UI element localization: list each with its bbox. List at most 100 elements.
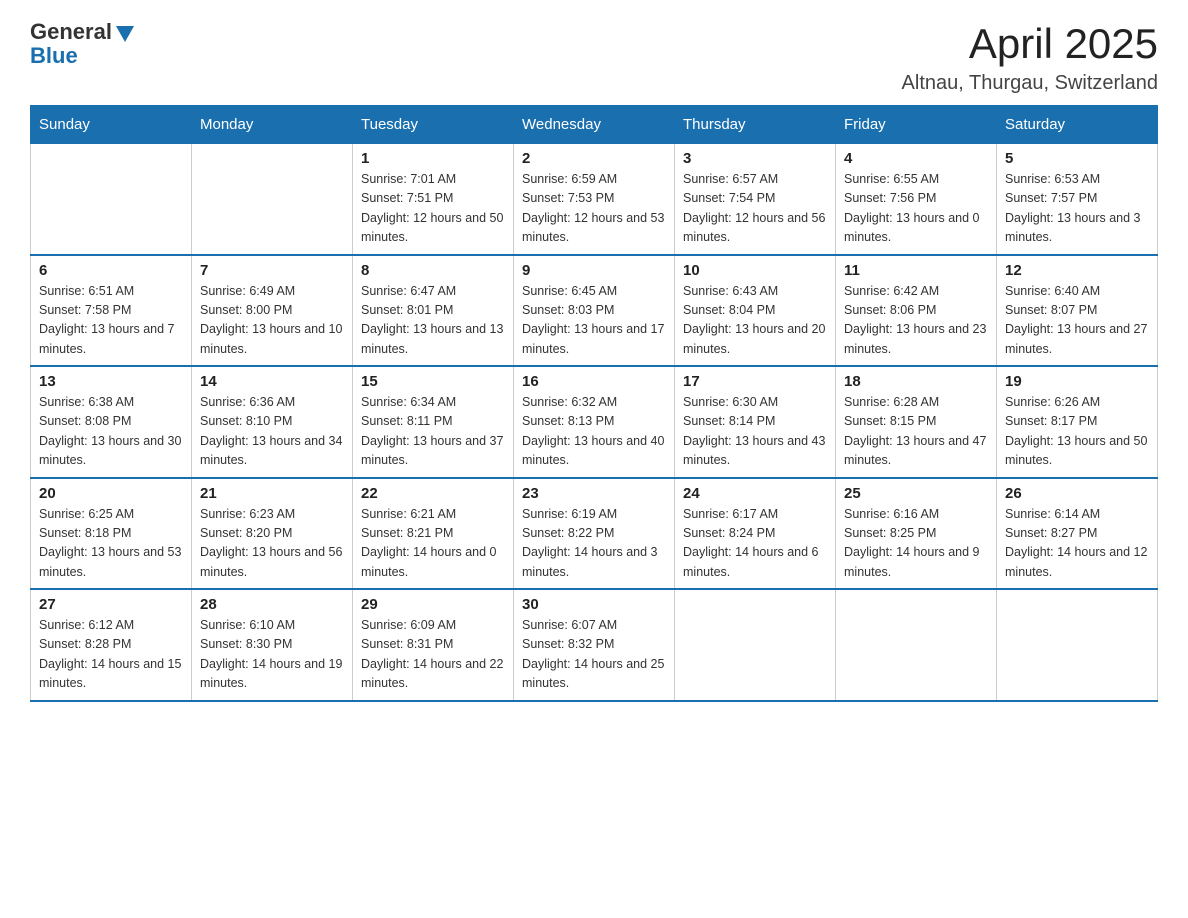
day-number: 29 xyxy=(361,596,505,613)
day-number: 28 xyxy=(200,596,344,613)
day-number: 21 xyxy=(200,485,344,502)
header-monday: Monday xyxy=(192,106,353,144)
day-info: Sunrise: 6:43 AMSunset: 8:04 PMDaylight:… xyxy=(683,282,827,360)
calendar-cell: 2Sunrise: 6:59 AMSunset: 7:53 PMDaylight… xyxy=(514,144,675,255)
week-row-1: 1 Sunrise: 7:01 AMSunset: 7:51 PMDaylight… xyxy=(31,144,1158,255)
day-info: Sunrise: 6:34 AMSunset: 8:11 PMDaylight:… xyxy=(361,393,505,471)
day-number: 19 xyxy=(1005,373,1149,390)
day-number: 18 xyxy=(844,373,988,390)
calendar-cell: 23 Sunrise: 6:19 AMSunset: 8:22 PMDayligh… xyxy=(514,478,675,590)
calendar-cell: 20 Sunrise: 6:25 AMSunset: 8:18 PMDayligh… xyxy=(31,478,192,590)
day-number: 25 xyxy=(844,485,988,502)
logo-general-text: General xyxy=(30,20,112,44)
title-section: April 2025 Altnau, Thurgau, Switzerland xyxy=(902,20,1158,95)
calendar-cell xyxy=(192,144,353,255)
calendar-cell: 15Sunrise: 6:34 AMSunset: 8:11 PMDayligh… xyxy=(353,366,514,478)
calendar-cell: 24 Sunrise: 6:17 AMSunset: 8:24 PMDayligh… xyxy=(675,478,836,590)
day-number: 7 xyxy=(200,262,344,279)
day-info: Sunrise: 6:42 AMSunset: 8:06 PMDaylight:… xyxy=(844,282,988,360)
header-wednesday: Wednesday xyxy=(514,106,675,144)
calendar-cell: 29 Sunrise: 6:09 AMSunset: 8:31 PMDayligh… xyxy=(353,589,514,701)
day-info: Sunrise: 6:36 AMSunset: 8:10 PMDaylight:… xyxy=(200,393,344,471)
day-number: 6 xyxy=(39,262,183,279)
calendar-cell: 18 Sunrise: 6:28 AMSunset: 8:15 PMDayligh… xyxy=(836,366,997,478)
day-info: Sunrise: 6:51 AMSunset: 7:58 PMDaylight:… xyxy=(39,282,183,360)
logo-blue-text: Blue xyxy=(30,44,78,68)
location-subtitle: Altnau, Thurgau, Switzerland xyxy=(902,72,1158,95)
day-info: Sunrise: 6:10 AMSunset: 8:30 PMDaylight:… xyxy=(200,616,344,694)
header-saturday: Saturday xyxy=(997,106,1158,144)
calendar-cell: 8 Sunrise: 6:47 AMSunset: 8:01 PMDaylight… xyxy=(353,255,514,367)
calendar-cell xyxy=(997,589,1158,701)
day-number: 12 xyxy=(1005,262,1149,279)
day-info: Sunrise: 6:19 AMSunset: 8:22 PMDaylight:… xyxy=(522,505,666,583)
header-thursday: Thursday xyxy=(675,106,836,144)
calendar-cell xyxy=(675,589,836,701)
day-number: 24 xyxy=(683,485,827,502)
calendar-cell: 5 Sunrise: 6:53 AMSunset: 7:57 PMDaylight… xyxy=(997,144,1158,255)
calendar-cell: 13 Sunrise: 6:38 AMSunset: 8:08 PMDayligh… xyxy=(31,366,192,478)
calendar-cell: 16Sunrise: 6:32 AMSunset: 8:13 PMDayligh… xyxy=(514,366,675,478)
header-friday: Friday xyxy=(836,106,997,144)
header-sunday: Sunday xyxy=(31,106,192,144)
page-header: General Blue April 2025 Altnau, Thurgau,… xyxy=(30,20,1158,95)
day-info: Sunrise: 6:14 AMSunset: 8:27 PMDaylight:… xyxy=(1005,505,1149,583)
day-number: 3 xyxy=(683,150,827,167)
day-info: Sunrise: 6:16 AMSunset: 8:25 PMDaylight:… xyxy=(844,505,988,583)
calendar-cell: 6 Sunrise: 6:51 AMSunset: 7:58 PMDaylight… xyxy=(31,255,192,367)
logo: General Blue xyxy=(30,20,136,68)
day-number: 13 xyxy=(39,373,183,390)
day-info: Sunrise: 6:23 AMSunset: 8:20 PMDaylight:… xyxy=(200,505,344,583)
calendar-cell: 1 Sunrise: 7:01 AMSunset: 7:51 PMDaylight… xyxy=(353,144,514,255)
day-info: Sunrise: 6:07 AMSunset: 8:32 PMDaylight:… xyxy=(522,616,666,694)
day-info: Sunrise: 6:59 AMSunset: 7:53 PMDaylight:… xyxy=(522,170,666,248)
week-row-5: 27 Sunrise: 6:12 AMSunset: 8:28 PMDayligh… xyxy=(31,589,1158,701)
calendar-table: SundayMondayTuesdayWednesdayThursdayFrid… xyxy=(30,105,1158,702)
day-number: 14 xyxy=(200,373,344,390)
day-info: Sunrise: 6:28 AMSunset: 8:15 PMDaylight:… xyxy=(844,393,988,471)
day-info: Sunrise: 7:01 AMSunset: 7:51 PMDaylight:… xyxy=(361,170,505,248)
day-info: Sunrise: 6:12 AMSunset: 8:28 PMDaylight:… xyxy=(39,616,183,694)
calendar-cell: 30 Sunrise: 6:07 AMSunset: 8:32 PMDayligh… xyxy=(514,589,675,701)
day-info: Sunrise: 6:47 AMSunset: 8:01 PMDaylight:… xyxy=(361,282,505,360)
day-info: Sunrise: 6:40 AMSunset: 8:07 PMDaylight:… xyxy=(1005,282,1149,360)
day-info: Sunrise: 6:49 AMSunset: 8:00 PMDaylight:… xyxy=(200,282,344,360)
day-number: 20 xyxy=(39,485,183,502)
calendar-cell: 21 Sunrise: 6:23 AMSunset: 8:20 PMDayligh… xyxy=(192,478,353,590)
calendar-cell xyxy=(836,589,997,701)
day-info: Sunrise: 6:25 AMSunset: 8:18 PMDaylight:… xyxy=(39,505,183,583)
day-info: Sunrise: 6:55 AMSunset: 7:56 PMDaylight:… xyxy=(844,170,988,248)
calendar-header-row: SundayMondayTuesdayWednesdayThursdayFrid… xyxy=(31,106,1158,144)
day-info: Sunrise: 6:21 AMSunset: 8:21 PMDaylight:… xyxy=(361,505,505,583)
day-info: Sunrise: 6:57 AMSunset: 7:54 PMDaylight:… xyxy=(683,170,827,248)
day-info: Sunrise: 6:45 AMSunset: 8:03 PMDaylight:… xyxy=(522,282,666,360)
day-number: 1 xyxy=(361,150,505,167)
day-info: Sunrise: 6:53 AMSunset: 7:57 PMDaylight:… xyxy=(1005,170,1149,248)
day-number: 30 xyxy=(522,596,666,613)
header-tuesday: Tuesday xyxy=(353,106,514,144)
day-info: Sunrise: 6:17 AMSunset: 8:24 PMDaylight:… xyxy=(683,505,827,583)
day-number: 27 xyxy=(39,596,183,613)
day-info: Sunrise: 6:38 AMSunset: 8:08 PMDaylight:… xyxy=(39,393,183,471)
calendar-cell: 12 Sunrise: 6:40 AMSunset: 8:07 PMDayligh… xyxy=(997,255,1158,367)
day-number: 10 xyxy=(683,262,827,279)
day-number: 9 xyxy=(522,262,666,279)
calendar-cell: 22Sunrise: 6:21 AMSunset: 8:21 PMDayligh… xyxy=(353,478,514,590)
day-info: Sunrise: 6:09 AMSunset: 8:31 PMDaylight:… xyxy=(361,616,505,694)
day-number: 16 xyxy=(522,373,666,390)
calendar-cell: 27 Sunrise: 6:12 AMSunset: 8:28 PMDayligh… xyxy=(31,589,192,701)
week-row-4: 20 Sunrise: 6:25 AMSunset: 8:18 PMDayligh… xyxy=(31,478,1158,590)
week-row-3: 13 Sunrise: 6:38 AMSunset: 8:08 PMDayligh… xyxy=(31,366,1158,478)
day-number: 4 xyxy=(844,150,988,167)
calendar-cell: 3 Sunrise: 6:57 AMSunset: 7:54 PMDaylight… xyxy=(675,144,836,255)
calendar-cell: 17Sunrise: 6:30 AMSunset: 8:14 PMDayligh… xyxy=(675,366,836,478)
day-number: 11 xyxy=(844,262,988,279)
day-number: 5 xyxy=(1005,150,1149,167)
day-number: 8 xyxy=(361,262,505,279)
calendar-cell: 9 Sunrise: 6:45 AMSunset: 8:03 PMDaylight… xyxy=(514,255,675,367)
calendar-cell: 11 Sunrise: 6:42 AMSunset: 8:06 PMDayligh… xyxy=(836,255,997,367)
calendar-cell: 25 Sunrise: 6:16 AMSunset: 8:25 PMDayligh… xyxy=(836,478,997,590)
calendar-cell: 10 Sunrise: 6:43 AMSunset: 8:04 PMDayligh… xyxy=(675,255,836,367)
day-number: 23 xyxy=(522,485,666,502)
week-row-2: 6 Sunrise: 6:51 AMSunset: 7:58 PMDaylight… xyxy=(31,255,1158,367)
